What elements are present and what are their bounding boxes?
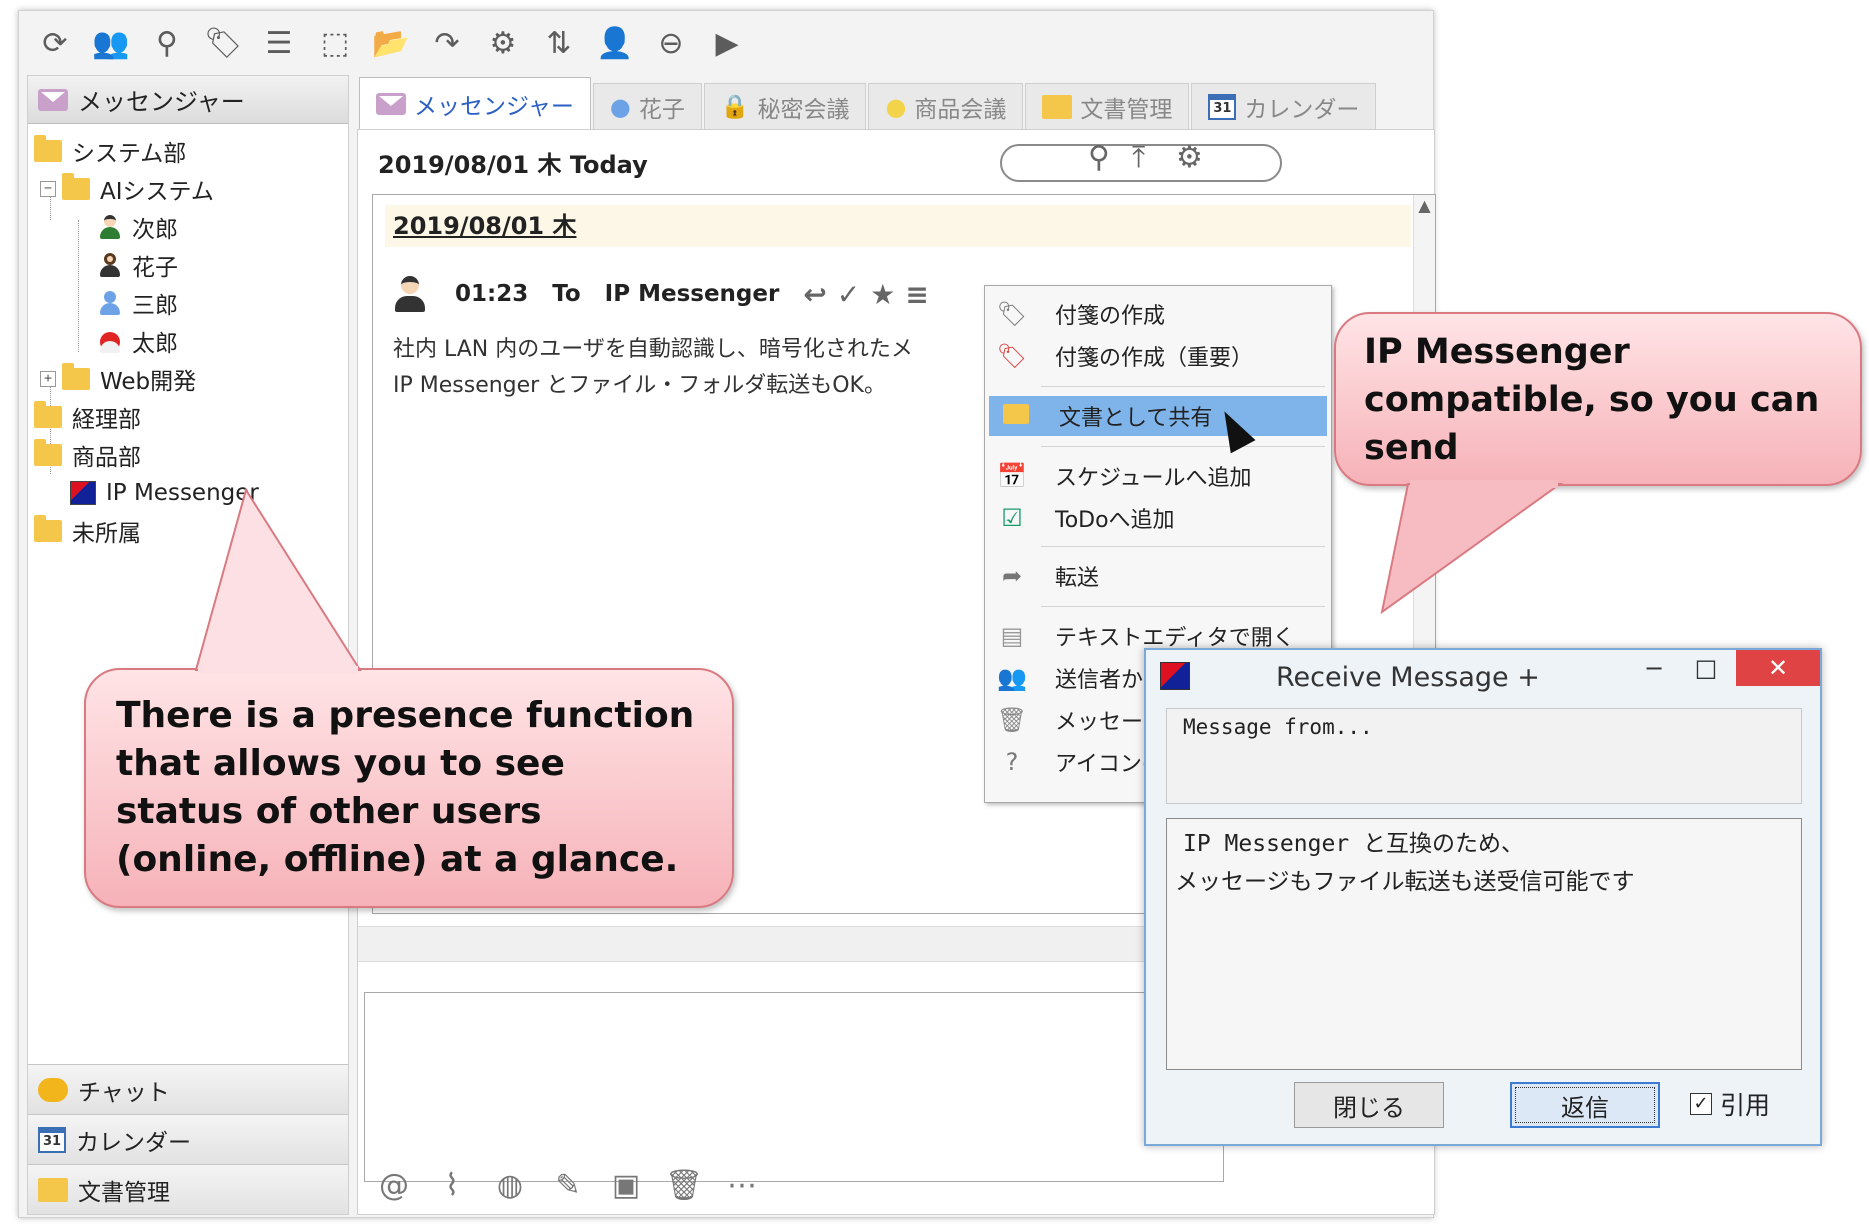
callout-presence-tail-joint bbox=[198, 666, 358, 674]
callout-compatibility-tail bbox=[1380, 483, 1564, 615]
callout-compatibility-tail-joint bbox=[1410, 480, 1558, 488]
callout-tails bbox=[194, 480, 1564, 674]
callout-presence-tail bbox=[194, 487, 362, 671]
